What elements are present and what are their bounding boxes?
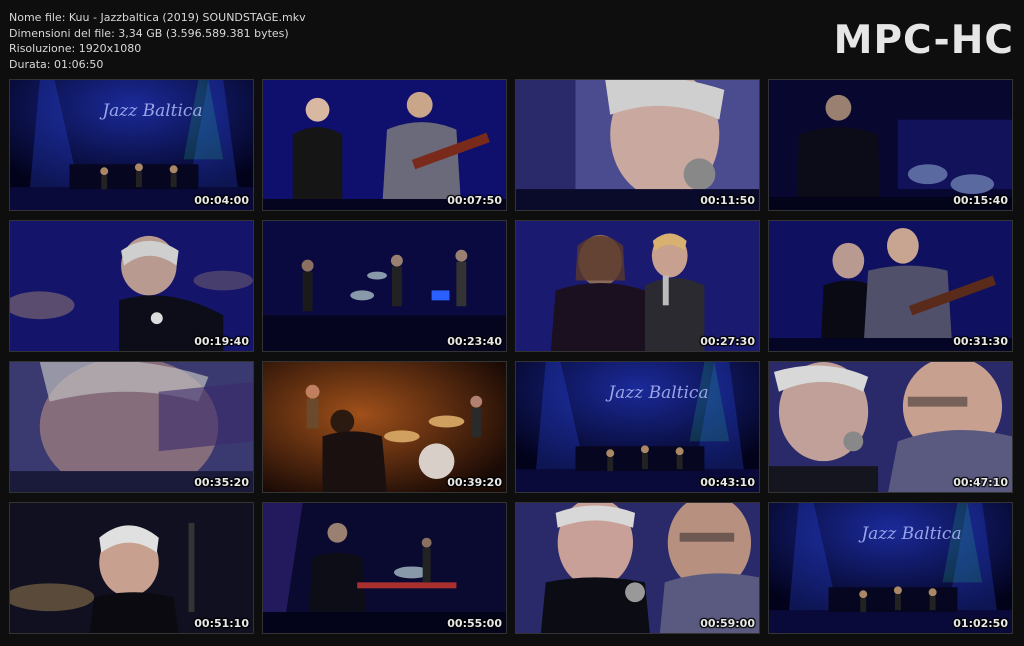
- thumbnail-sheet: Nome file: Kuu - Jazzbaltica (2019) SOUN…: [0, 0, 1024, 646]
- timestamp: 00:31:30: [953, 335, 1008, 348]
- thumbnail-frame-image: [263, 221, 506, 351]
- timestamp: 00:07:50: [447, 194, 502, 207]
- file-duration: Durata: 01:06:50: [9, 57, 104, 71]
- banner-text: Jazz Baltica: [861, 524, 962, 545]
- thumbnail-frame-image: [10, 221, 253, 351]
- thumbnail[interactable]: 00:59:00: [515, 502, 760, 634]
- timestamp: 00:19:40: [194, 335, 249, 348]
- thumbnail[interactable]: Jazz Baltica 00:43:10: [515, 361, 760, 493]
- thumbnail-frame-image: [263, 80, 506, 210]
- timestamp: 00:59:00: [700, 617, 755, 630]
- thumbnail-frame-image: [769, 221, 1012, 351]
- thumbnail[interactable]: Jazz Baltica 01:02:50: [768, 502, 1013, 634]
- banner-text: Jazz Baltica: [102, 101, 203, 122]
- file-name: Nome file: Kuu - Jazzbaltica (2019) SOUN…: [9, 11, 306, 24]
- thumbnail-frame-image: [769, 80, 1012, 210]
- thumbnail-frame-image: [263, 362, 506, 492]
- thumbnail-frame-image: [10, 503, 253, 633]
- thumbnail-grid: Jazz Baltica 00:04:00 00:07:50 00:11:50: [9, 79, 1015, 637]
- timestamp: 00:55:00: [447, 617, 502, 630]
- timestamp: 00:39:20: [447, 476, 502, 489]
- file-size: Dimensioni del file: 3,34 GB (3.596.589.…: [9, 26, 289, 40]
- thumbnail-frame-image: [769, 362, 1012, 492]
- thumbnail[interactable]: 00:19:40: [9, 220, 254, 352]
- thumbnail-frame-image: [516, 503, 759, 633]
- timestamp: 01:02:50: [953, 617, 1008, 630]
- timestamp: 00:15:40: [953, 194, 1008, 207]
- thumbnail[interactable]: 00:39:20: [262, 361, 507, 493]
- thumbnail-frame-image: [10, 362, 253, 492]
- thumbnail[interactable]: 00:31:30: [768, 220, 1013, 352]
- thumbnail[interactable]: 00:27:30: [515, 220, 760, 352]
- thumbnail[interactable]: 00:35:20: [9, 361, 254, 493]
- thumbnail-frame-image: [516, 362, 759, 492]
- thumbnail-frame-image: [263, 503, 506, 633]
- thumbnail[interactable]: Jazz Baltica 00:04:00: [9, 79, 254, 211]
- thumbnail[interactable]: 00:15:40: [768, 79, 1013, 211]
- thumbnail[interactable]: 00:07:50: [262, 79, 507, 211]
- thumbnail[interactable]: 00:51:10: [9, 502, 254, 634]
- thumbnail-frame-image: [516, 80, 759, 210]
- thumbnail[interactable]: 00:23:40: [262, 220, 507, 352]
- thumbnail-frame-image: [769, 503, 1012, 633]
- timestamp: 00:27:30: [700, 335, 755, 348]
- thumbnail-frame-image: [516, 221, 759, 351]
- timestamp: 00:51:10: [194, 617, 249, 630]
- banner-text: Jazz Baltica: [608, 383, 709, 404]
- mpc-hc-logo: MPC-HC: [833, 18, 1014, 63]
- thumbnail[interactable]: 00:11:50: [515, 79, 760, 211]
- timestamp: 00:47:10: [953, 476, 1008, 489]
- thumbnail-frame-image: [10, 80, 253, 210]
- timestamp: 00:11:50: [700, 194, 755, 207]
- file-resolution: Risoluzione: 1920x1080: [9, 42, 142, 55]
- timestamp: 00:35:20: [194, 476, 249, 489]
- timestamp: 00:04:00: [194, 194, 249, 207]
- thumbnail[interactable]: 00:47:10: [768, 361, 1013, 493]
- timestamp: 00:23:40: [447, 335, 502, 348]
- thumbnail[interactable]: 00:55:00: [262, 502, 507, 634]
- timestamp: 00:43:10: [700, 476, 755, 489]
- file-info: Nome file: Kuu - Jazzbaltica (2019) SOUN…: [9, 10, 306, 72]
